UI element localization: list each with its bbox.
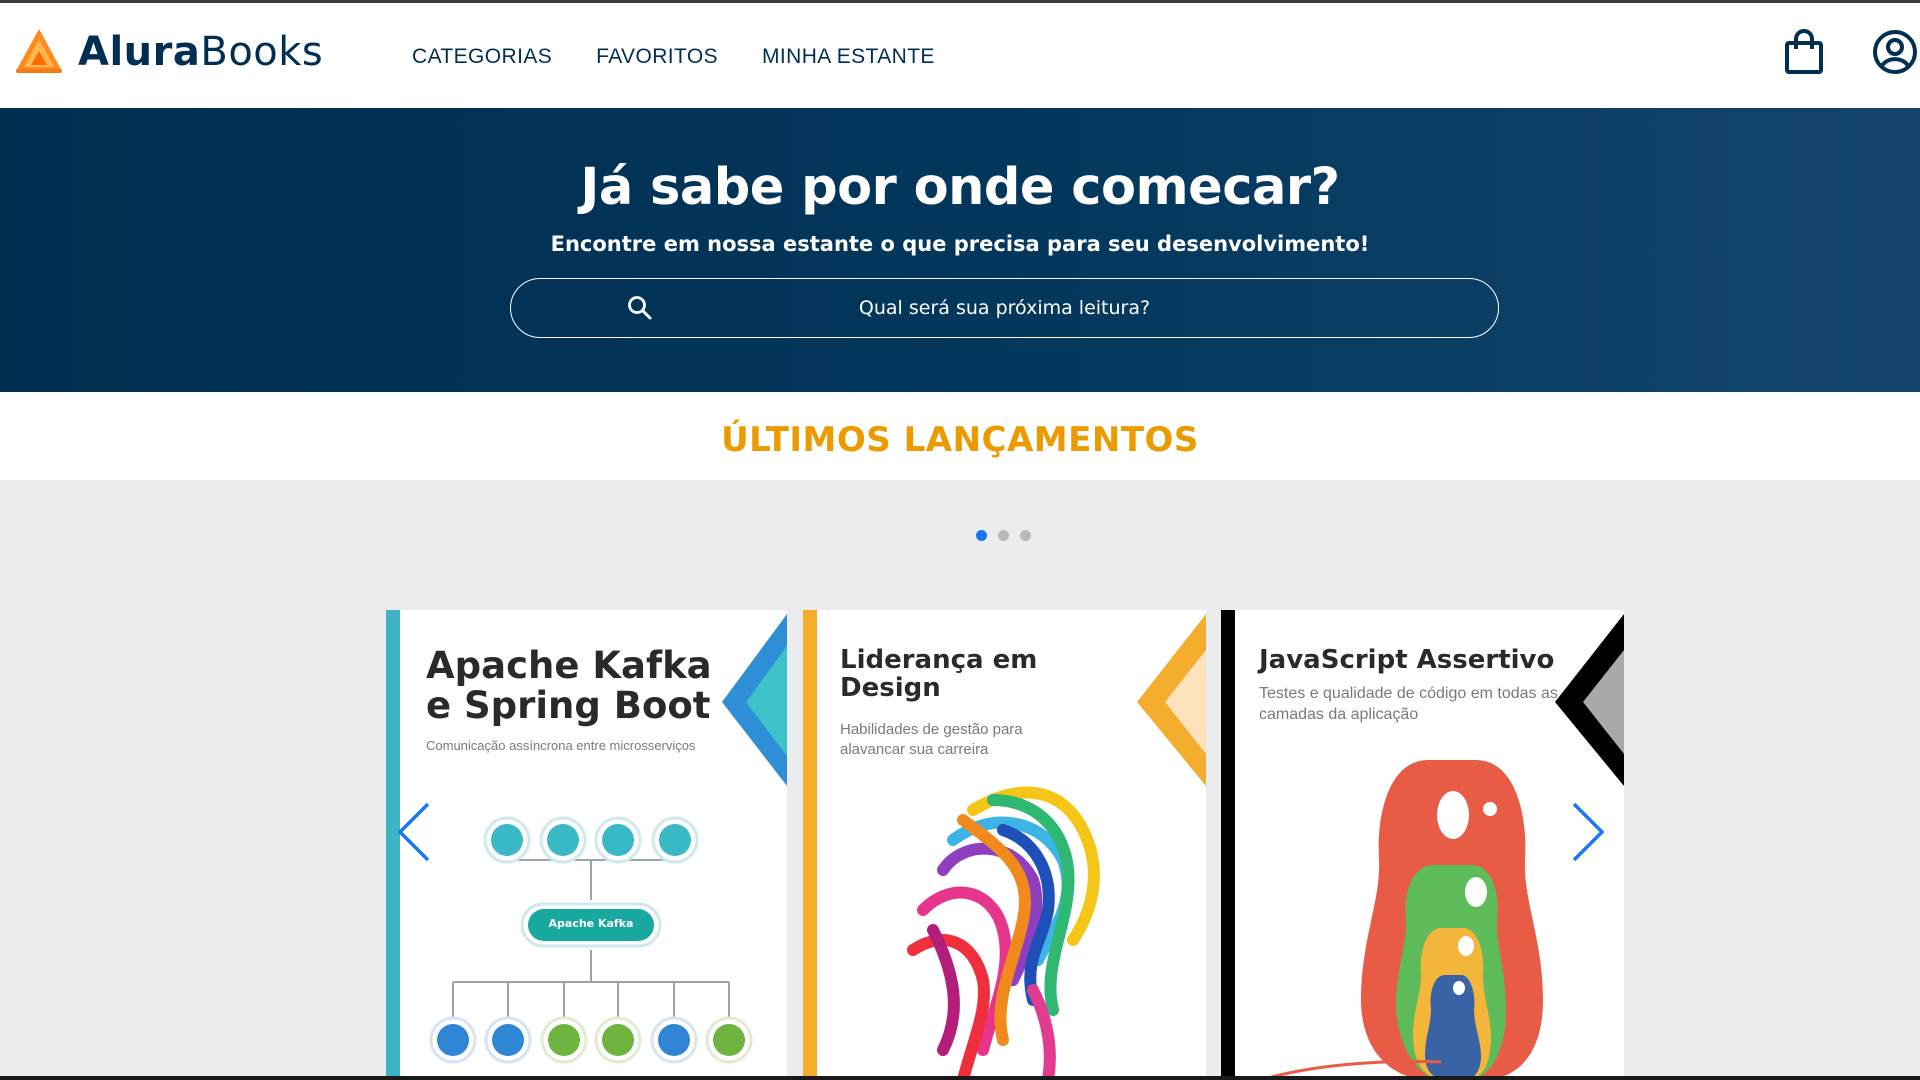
chevron-right-icon <box>1570 802 1606 868</box>
book-title: Liderança em Design <box>840 645 1038 704</box>
diagram-center-label: Apache Kafka <box>548 917 634 930</box>
book-subtitle: Habilidades de gestão para alavancar sua… <box>840 721 1023 758</box>
carousel-dot-2[interactable] <box>998 530 1009 541</box>
book-subtitle: Testes e qualidade de código em todas as… <box>1259 685 1558 723</box>
nav-minha-estante[interactable]: MINHA ESTANTE <box>762 45 935 69</box>
search-input[interactable] <box>511 279 1498 337</box>
shopping-bag-icon[interactable] <box>1784 29 1824 79</box>
chevron-left-icon <box>396 802 432 868</box>
javascript-cover-art <box>1260 614 1624 1080</box>
book-card-lideranca-em-design[interactable]: Liderança em Design Habilidades de gestã… <box>803 610 1206 1080</box>
nav-favoritos[interactable]: FAVORITOS <box>596 45 718 69</box>
book-spine <box>1221 610 1235 1080</box>
nav-categorias[interactable]: CATEGORIAS <box>412 45 552 69</box>
book-card-javascript-assertivo[interactable]: JavaScript Assertivo Testes e qualidade … <box>1221 610 1624 1080</box>
logo-triangle-icon <box>16 29 62 73</box>
site-header: AluraBooks CATEGORIAS FAVORITOS MINHA ES… <box>0 0 1920 108</box>
search-bar[interactable] <box>510 278 1499 338</box>
carousel-dot-1[interactable] <box>976 530 987 541</box>
book-card-apache-kafka[interactable]: Apache Kafka e Spring Boot Comunicação a… <box>386 610 787 1080</box>
releases-header: ÚLTIMOS LANÇAMENTOS <box>0 392 1920 480</box>
book-spine <box>803 610 817 1080</box>
carousel-next-button[interactable] <box>1570 800 1606 868</box>
book-subtitle: Comunicação assíncrona entre microsservi… <box>426 738 696 753</box>
user-account-icon[interactable] <box>1872 29 1918 79</box>
hero-banner: Já sabe por onde comecar? Encontre em no… <box>0 108 1920 392</box>
hero-title: Já sabe por onde comecar? <box>580 158 1340 217</box>
releases-title: ÚLTIMOS LANÇAMENTOS <box>721 420 1199 460</box>
carousel-pagination <box>976 530 1031 541</box>
hero-subtitle: Encontre em nossa estante o que precisa … <box>550 232 1370 256</box>
carousel-dot-3[interactable] <box>1020 530 1031 541</box>
page-bottom-border <box>0 1076 1920 1080</box>
book-title: Apache Kafka e Spring Boot <box>426 644 712 727</box>
book-title: JavaScript Assertivo <box>1259 645 1555 675</box>
carousel-prev-button[interactable] <box>396 800 432 868</box>
logo-wordmark: AluraBooks <box>78 29 324 75</box>
alurabooks-logo[interactable]: AluraBooks <box>16 29 323 75</box>
main-nav: CATEGORIAS FAVORITOS MINHA ESTANTE <box>412 45 935 69</box>
